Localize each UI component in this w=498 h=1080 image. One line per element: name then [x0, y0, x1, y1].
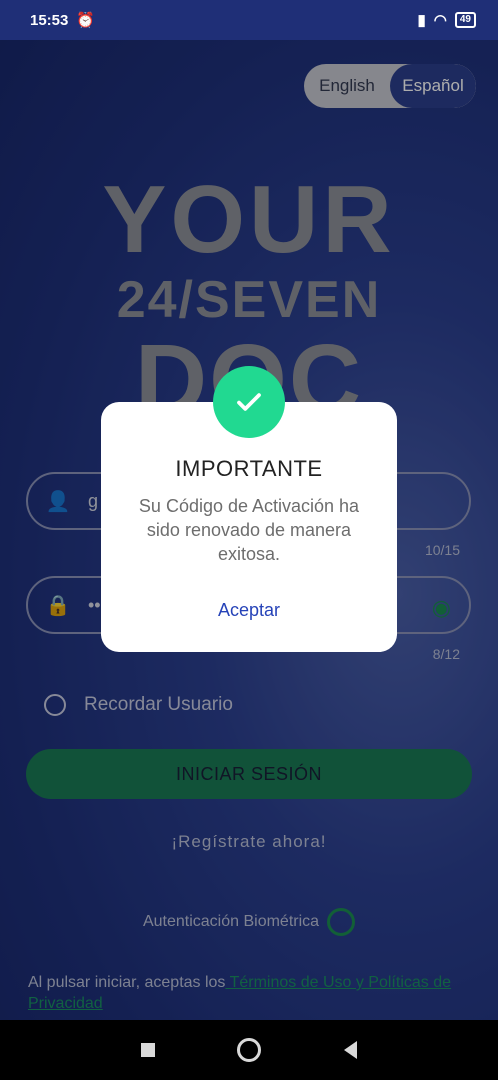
battery-icon: 49 — [454, 12, 476, 28]
recents-icon[interactable] — [141, 1043, 156, 1057]
back-icon[interactable] — [343, 1041, 357, 1059]
status-bar: 15:53 ⏰ ▮ ◠ 49 — [0, 0, 498, 40]
signal-icon: ▮ — [417, 12, 426, 29]
dialog-message: Su Código de Activación ha sido renovado… — [138, 496, 360, 564]
accept-button[interactable]: Aceptar — [101, 600, 397, 621]
success-dialog: IMPORTANTE Su Código de Activación ha si… — [101, 402, 397, 652]
wifi-icon: ◠ — [433, 12, 447, 29]
alarm-icon: ⏰ — [76, 12, 96, 29]
status-time: 15:53 — [30, 11, 69, 29]
navigation-bar — [0, 1020, 498, 1080]
login-screen: 15:53 ⏰ ▮ ◠ 49 English Español YOUR 24/S… — [0, 0, 498, 1080]
check-icon — [213, 366, 285, 438]
dialog-title: IMPORTANTE — [175, 456, 323, 481]
home-icon[interactable] — [237, 1038, 262, 1062]
